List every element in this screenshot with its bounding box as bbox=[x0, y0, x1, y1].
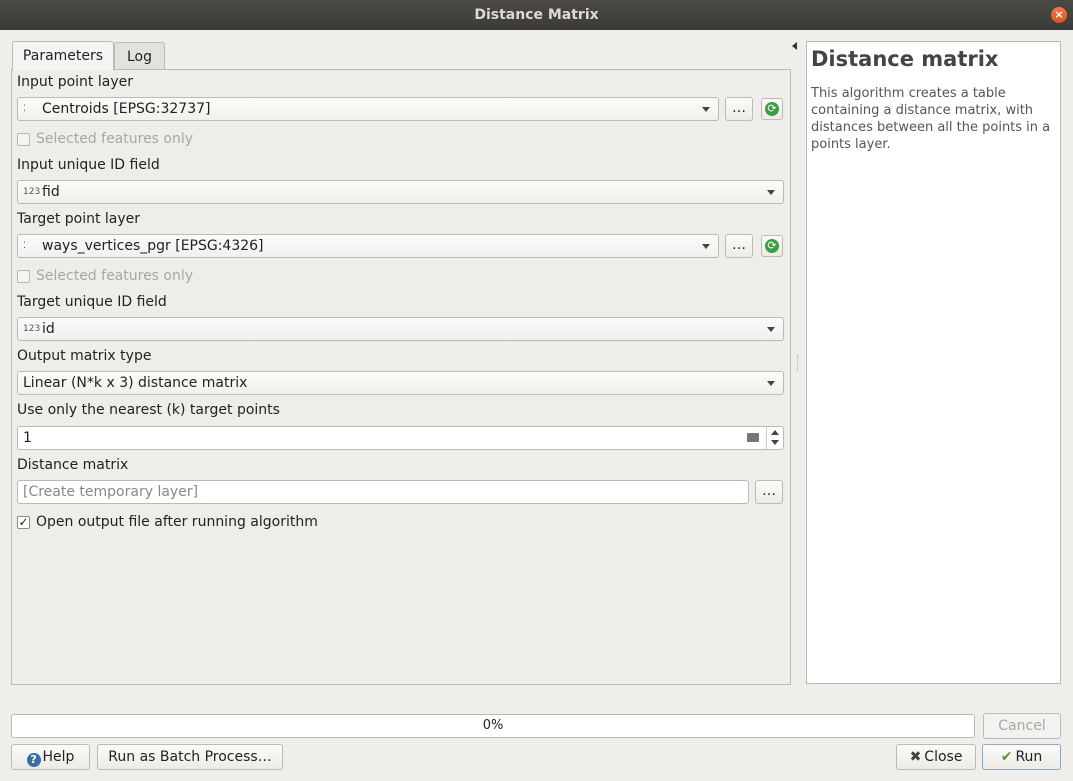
help-icon: ? bbox=[26, 753, 41, 767]
input-id-field-value: fid bbox=[42, 184, 60, 200]
spin-up-icon[interactable] bbox=[771, 430, 779, 435]
target-layer-browse-button[interactable]: … bbox=[725, 234, 753, 258]
distance-matrix-placeholder: [Create temporary layer] bbox=[23, 484, 199, 500]
nearest-k-spinbox[interactable]: 1 bbox=[17, 426, 784, 450]
title-bar: Distance Matrix × bbox=[0, 0, 1073, 30]
panel-splitter[interactable] bbox=[797, 355, 800, 371]
distance-matrix-output-field[interactable]: [Create temporary layer] bbox=[17, 480, 749, 504]
chevron-down-icon bbox=[767, 190, 775, 195]
target-id-field-label: Target unique ID field bbox=[17, 294, 167, 310]
help-button-label: Help bbox=[42, 749, 75, 765]
input-id-field-combo[interactable]: 123 fid bbox=[17, 180, 784, 204]
close-button-label: Close bbox=[924, 749, 963, 765]
integer-field-icon: 123 bbox=[23, 324, 41, 334]
target-id-field-combo[interactable]: 123 id bbox=[17, 317, 784, 341]
chevron-down-icon bbox=[767, 327, 775, 332]
open-output-checkbox[interactable]: ✓ bbox=[17, 516, 30, 529]
spin-down-icon[interactable] bbox=[771, 440, 779, 445]
matrix-type-value: Linear (N*k x 3) distance matrix bbox=[23, 375, 248, 391]
cancel-button[interactable]: Cancel bbox=[983, 713, 1061, 739]
run-button[interactable]: ✔ Run bbox=[982, 744, 1061, 770]
run-button-label: Run bbox=[1015, 749, 1043, 765]
chevron-down-icon bbox=[767, 381, 775, 386]
distance-matrix-browse-button[interactable]: … bbox=[755, 480, 783, 504]
matrix-type-label: Output matrix type bbox=[17, 348, 152, 364]
integer-field-icon: 123 bbox=[23, 187, 41, 197]
help-button[interactable]: ? Help bbox=[11, 744, 90, 770]
target-id-field-value: id bbox=[42, 321, 55, 337]
input-point-layer-value: Centroids [EPSG:32737] bbox=[42, 101, 211, 117]
tab-log[interactable]: Log bbox=[114, 42, 165, 71]
input-selected-only-checkbox[interactable] bbox=[17, 133, 30, 146]
batch-process-button[interactable]: Run as Batch Process… bbox=[97, 744, 283, 770]
input-layer-browse-button[interactable]: … bbox=[725, 97, 753, 121]
target-layer-iterate-button[interactable]: ⟳ bbox=[761, 235, 783, 257]
window-title: Distance Matrix bbox=[474, 7, 599, 23]
target-selected-only-checkbox[interactable] bbox=[17, 270, 30, 283]
close-icon: ✖ bbox=[909, 749, 922, 765]
chevron-down-icon bbox=[702, 244, 710, 249]
clear-icon[interactable] bbox=[747, 433, 759, 442]
input-selected-only-label: Selected features only bbox=[36, 131, 194, 147]
checkmark-icon: ✔ bbox=[1000, 749, 1013, 765]
target-selected-only-label: Selected features only bbox=[36, 268, 194, 284]
help-text: This algorithm creates a table containin… bbox=[811, 86, 1051, 152]
distance-matrix-label: Distance matrix bbox=[17, 457, 129, 473]
point-layer-icon: ⁚ bbox=[23, 241, 26, 251]
chevron-down-icon bbox=[702, 107, 710, 112]
point-layer-icon: ⁚ bbox=[23, 104, 26, 114]
input-id-field-label: Input unique ID field bbox=[17, 157, 160, 173]
refresh-icon: ⟳ bbox=[765, 239, 779, 253]
matrix-type-combo[interactable]: Linear (N*k x 3) distance matrix bbox=[17, 371, 784, 395]
help-title: Distance matrix bbox=[811, 47, 999, 71]
input-layer-iterate-button[interactable]: ⟳ bbox=[761, 98, 783, 120]
close-button[interactable]: ✖ Close bbox=[896, 744, 976, 770]
progress-bar: 0% bbox=[11, 714, 975, 738]
tab-parameters[interactable]: Parameters bbox=[12, 41, 114, 71]
spin-buttons[interactable] bbox=[766, 427, 783, 449]
collapse-help-icon[interactable] bbox=[792, 42, 797, 50]
open-output-label: Open output file after running algorithm bbox=[36, 514, 318, 530]
input-point-layer-label: Input point layer bbox=[17, 74, 133, 90]
nearest-k-value: 1 bbox=[23, 430, 32, 446]
nearest-k-label: Use only the nearest (k) target points bbox=[17, 402, 280, 418]
input-point-layer-combo[interactable]: ⁚ Centroids [EPSG:32737] bbox=[17, 97, 719, 121]
help-panel: Distance matrix This algorithm creates a… bbox=[806, 41, 1061, 684]
refresh-icon: ⟳ bbox=[765, 102, 779, 116]
progress-label: 0% bbox=[482, 718, 504, 733]
target-point-layer-combo[interactable]: ⁚ ways_vertices_pgr [EPSG:4326] bbox=[17, 234, 719, 258]
target-point-layer-value: ways_vertices_pgr [EPSG:4326] bbox=[42, 238, 264, 254]
window-close-icon[interactable]: × bbox=[1051, 7, 1067, 23]
target-point-layer-label: Target point layer bbox=[17, 211, 141, 227]
